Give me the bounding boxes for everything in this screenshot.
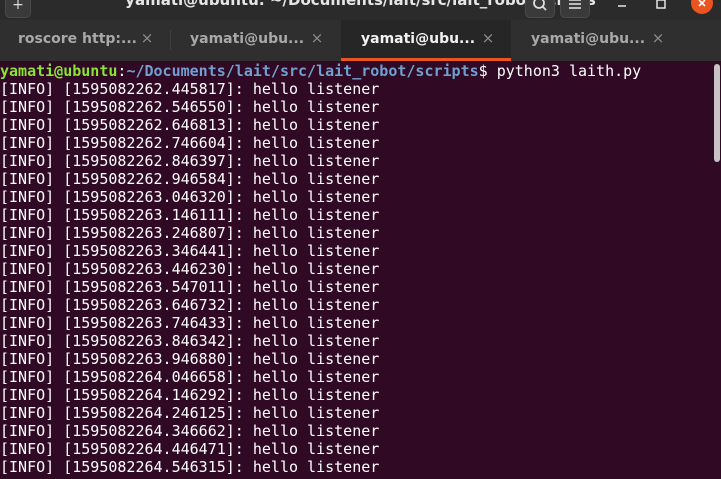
log-line: [INFO] [1595082264.346662]: hello listen… xyxy=(0,422,380,440)
log-line: [INFO] [1595082262.746604]: hello listen… xyxy=(0,134,380,152)
tab-label: yamati@ubu... xyxy=(190,31,305,47)
log-line: [INFO] [1595082263.746433]: hello listen… xyxy=(0,314,380,332)
log-line: [INFO] [1595082263.547011]: hello listen… xyxy=(0,278,380,296)
hamburger-menu-icon xyxy=(569,0,581,9)
prompt-command: python3 laith.py xyxy=(487,62,642,80)
log-line: [INFO] [1595082263.046320]: hello listen… xyxy=(0,188,380,206)
log-line: [INFO] [1595082262.946584]: hello listen… xyxy=(0,170,380,188)
tab-label: roscore http:... xyxy=(18,31,137,47)
tab-label: yamati@ubu... xyxy=(361,31,476,47)
tab-roscore[interactable]: roscore http:... × xyxy=(0,20,170,61)
log-line: [INFO] [1595082264.446471]: hello listen… xyxy=(0,440,380,458)
terminal-scrollbar[interactable] xyxy=(714,64,720,162)
search-button[interactable] xyxy=(525,0,555,18)
close-button[interactable] xyxy=(691,0,713,14)
log-line: [INFO] [1595082262.846397]: hello listen… xyxy=(0,152,380,170)
tab-label: yamati@ubu... xyxy=(531,31,646,47)
prompt-user-host: yamati@ubuntu xyxy=(0,62,118,80)
log-line: [INFO] [1595082262.445817]: hello listen… xyxy=(0,80,380,98)
search-icon xyxy=(533,0,547,11)
log-line: [INFO] [1595082264.046658]: hello listen… xyxy=(0,368,380,386)
minimize-button[interactable] xyxy=(612,0,632,14)
tab-terminal-4[interactable]: yamati@ubu... × xyxy=(511,20,681,61)
menu-button[interactable] xyxy=(560,0,590,18)
prompt-line: yamati@ubuntu:~/Documents/lait/src/lait_… xyxy=(0,62,641,80)
prompt-symbol: $ xyxy=(478,62,488,80)
window-titlebar[interactable]: + yamati@ubuntu: ~/Documents/lait/src/la… xyxy=(0,0,721,20)
log-line: [INFO] [1595082262.646813]: hello listen… xyxy=(0,116,380,134)
close-tab-icon[interactable]: × xyxy=(480,30,496,46)
log-line: [INFO] [1595082263.146111]: hello listen… xyxy=(0,206,380,224)
log-line: [INFO] [1595082263.446230]: hello listen… xyxy=(0,260,380,278)
terminal-output[interactable]: yamati@ubuntu:~/Documents/lait/src/lait_… xyxy=(0,61,721,479)
tab-bar: roscore http:... × yamati@ubu... × yamat… xyxy=(0,20,721,62)
log-line: [INFO] [1595082263.646732]: hello listen… xyxy=(0,296,380,314)
log-line: [INFO] [1595082263.946880]: hello listen… xyxy=(0,350,380,368)
maximize-icon xyxy=(656,0,666,9)
log-line: [INFO] [1595082263.846342]: hello listen… xyxy=(0,332,380,350)
log-line: [INFO] [1595082264.546315]: hello listen… xyxy=(0,458,380,476)
log-line: [INFO] [1595082262.546550]: hello listen… xyxy=(0,98,380,116)
maximize-button[interactable] xyxy=(651,0,671,14)
close-tab-icon[interactable]: × xyxy=(139,30,155,46)
tab-terminal-3-active[interactable]: yamati@ubu... × xyxy=(341,20,511,61)
tab-terminal-2[interactable]: yamati@ubu... × xyxy=(171,20,341,61)
log-line: [INFO] [1595082263.346441]: hello listen… xyxy=(0,242,380,260)
close-tab-icon[interactable]: × xyxy=(309,30,325,46)
log-line: [INFO] [1595082264.246125]: hello listen… xyxy=(0,404,380,422)
close-icon xyxy=(698,0,706,7)
prompt-path: ~/Documents/lait/src/lait_robot/scripts xyxy=(126,62,479,80)
close-tab-icon[interactable]: × xyxy=(650,30,666,46)
log-line: [INFO] [1595082263.246807]: hello listen… xyxy=(0,224,380,242)
log-line: [INFO] [1595082264.146292]: hello listen… xyxy=(0,386,380,404)
minimize-icon xyxy=(618,5,626,7)
